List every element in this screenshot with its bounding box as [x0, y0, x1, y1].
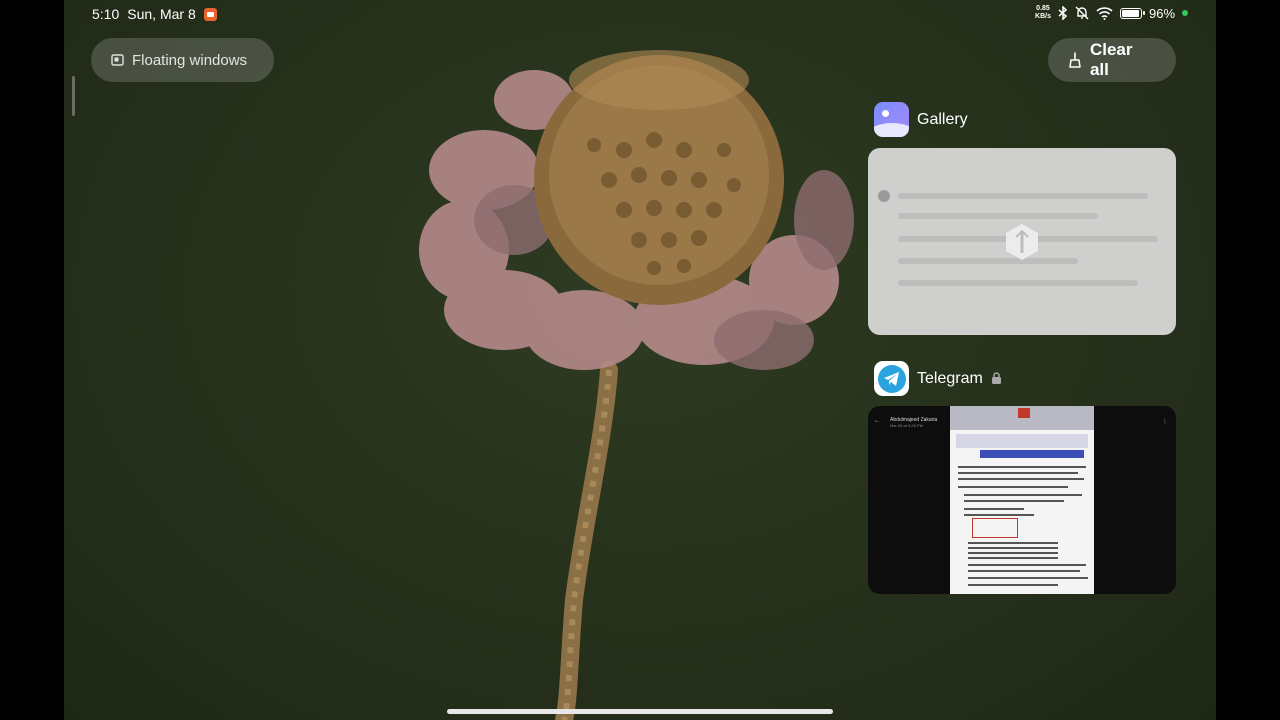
recent-app-name: Telegram: [917, 369, 983, 387]
wifi-icon: [1096, 6, 1113, 20]
floating-windows-label: Floating windows: [132, 51, 248, 69]
recent-app-header-telegram[interactable]: Telegram: [874, 361, 1002, 396]
app-logo-icon: [1006, 224, 1038, 260]
screen-record-icon: [203, 7, 217, 21]
status-time: 5:10: [92, 6, 120, 22]
lock-icon: [991, 372, 1001, 384]
recent-card-telegram[interactable]: ← Abdulmajeed Zakaria Mar 08 at 5:26 PM …: [868, 406, 1176, 594]
status-date: Sun, Mar 8: [127, 6, 196, 22]
bell-muted-icon: [1075, 6, 1089, 20]
side-panel-handle[interactable]: [72, 76, 75, 116]
status-bar: 5:10 Sun, Mar 8 0.85 KB/s 96%: [64, 0, 1216, 28]
flower-wallpaper-image: [419, 50, 854, 720]
bluetooth-icon: [1058, 6, 1068, 20]
document-preview-image: [950, 406, 1094, 594]
recent-card-gallery[interactable]: [868, 148, 1176, 335]
home-gesture-bar[interactable]: [447, 709, 833, 714]
battery-percent: 96%: [1148, 5, 1175, 21]
recent-app-header-gallery[interactable]: Gallery: [874, 102, 968, 137]
broom-icon: [1069, 51, 1081, 68]
privacy-indicator-dot: [1182, 10, 1188, 16]
telegram-app-icon: [874, 361, 909, 396]
home-wallpaper: [64, 0, 1216, 720]
battery-icon: [1119, 7, 1145, 19]
clear-all-label: Clear all: [1089, 40, 1133, 79]
back-arrow-icon: ←: [874, 418, 880, 424]
battery-level-fill: [1121, 9, 1140, 17]
gallery-app-icon: [874, 102, 909, 137]
more-options-icon: ⋮: [1162, 419, 1168, 425]
floating-window-icon: [111, 54, 124, 66]
floating-windows-button[interactable]: Floating windows: [91, 38, 274, 82]
chat-timestamp: Mar 08 at 5:26 PM: [890, 423, 923, 428]
clear-all-button[interactable]: Clear all: [1048, 38, 1176, 82]
recent-app-name: Gallery: [917, 110, 968, 128]
network-speed: 0.85 KB/s: [1035, 5, 1051, 20]
